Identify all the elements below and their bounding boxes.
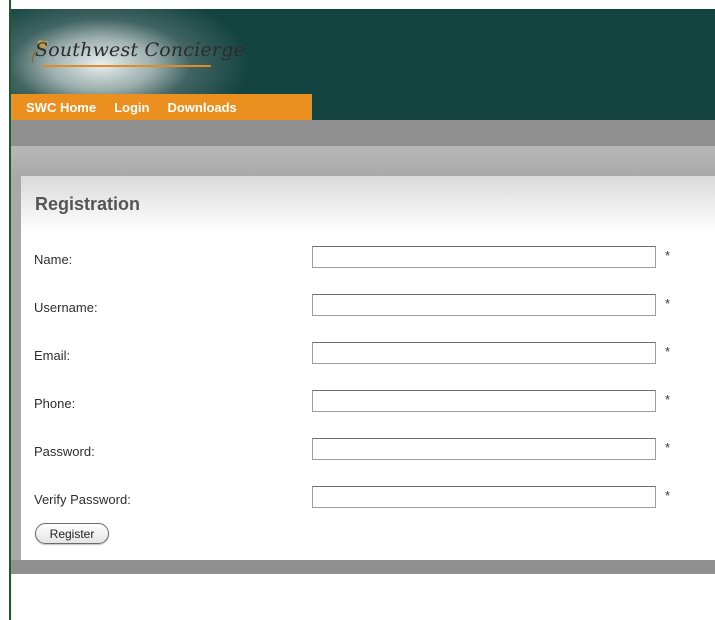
form-row-email: Email: * bbox=[21, 342, 715, 370]
verify-password-label: Verify Password: bbox=[34, 492, 131, 507]
nav-item-downloads[interactable]: Downloads bbox=[167, 100, 236, 115]
logo-underline bbox=[41, 65, 211, 67]
site-logo[interactable]: Southwest Concierge bbox=[35, 39, 245, 61]
footer-bar bbox=[11, 560, 715, 574]
password-input[interactable] bbox=[312, 438, 656, 460]
password-label: Password: bbox=[34, 444, 95, 459]
nav-item-swc-home[interactable]: SWC Home bbox=[26, 100, 96, 115]
email-label: Email: bbox=[34, 348, 71, 363]
username-input[interactable] bbox=[312, 294, 656, 316]
register-button[interactable]: Register bbox=[35, 523, 109, 544]
form-row-password: Password: * bbox=[21, 438, 715, 466]
phone-input[interactable] bbox=[312, 390, 656, 412]
username-label: Username: bbox=[34, 300, 98, 315]
required-marker: * bbox=[665, 488, 671, 503]
nav-filler bbox=[312, 94, 715, 120]
required-marker: * bbox=[665, 344, 671, 359]
content-frame-left bbox=[11, 176, 21, 560]
registration-panel: Registration Name: * Username: * Email: … bbox=[21, 176, 715, 560]
form-row-verify-password: Verify Password: * bbox=[21, 486, 715, 514]
panel-header: Registration bbox=[21, 176, 715, 234]
phone-label: Phone: bbox=[34, 396, 76, 411]
form-row-name: Name: * bbox=[21, 246, 715, 274]
site-header: Southwest Concierge bbox=[11, 9, 715, 94]
page-title: Registration bbox=[35, 194, 141, 214]
required-marker: * bbox=[665, 440, 671, 455]
required-marker: * bbox=[665, 296, 671, 311]
email-input[interactable] bbox=[312, 342, 656, 364]
name-input[interactable] bbox=[312, 246, 656, 268]
required-marker: * bbox=[665, 248, 671, 263]
verify-password-input[interactable] bbox=[312, 486, 656, 508]
form-row-username: Username: * bbox=[21, 294, 715, 322]
main-nav: SWC Home Login Downloads bbox=[11, 94, 312, 120]
form-row-phone: Phone: * bbox=[21, 390, 715, 418]
subnav-bar bbox=[11, 120, 715, 146]
nav-item-login[interactable]: Login bbox=[114, 100, 149, 115]
content-top-band bbox=[11, 146, 715, 176]
required-marker: * bbox=[665, 392, 671, 407]
name-label: Name: bbox=[34, 252, 73, 267]
